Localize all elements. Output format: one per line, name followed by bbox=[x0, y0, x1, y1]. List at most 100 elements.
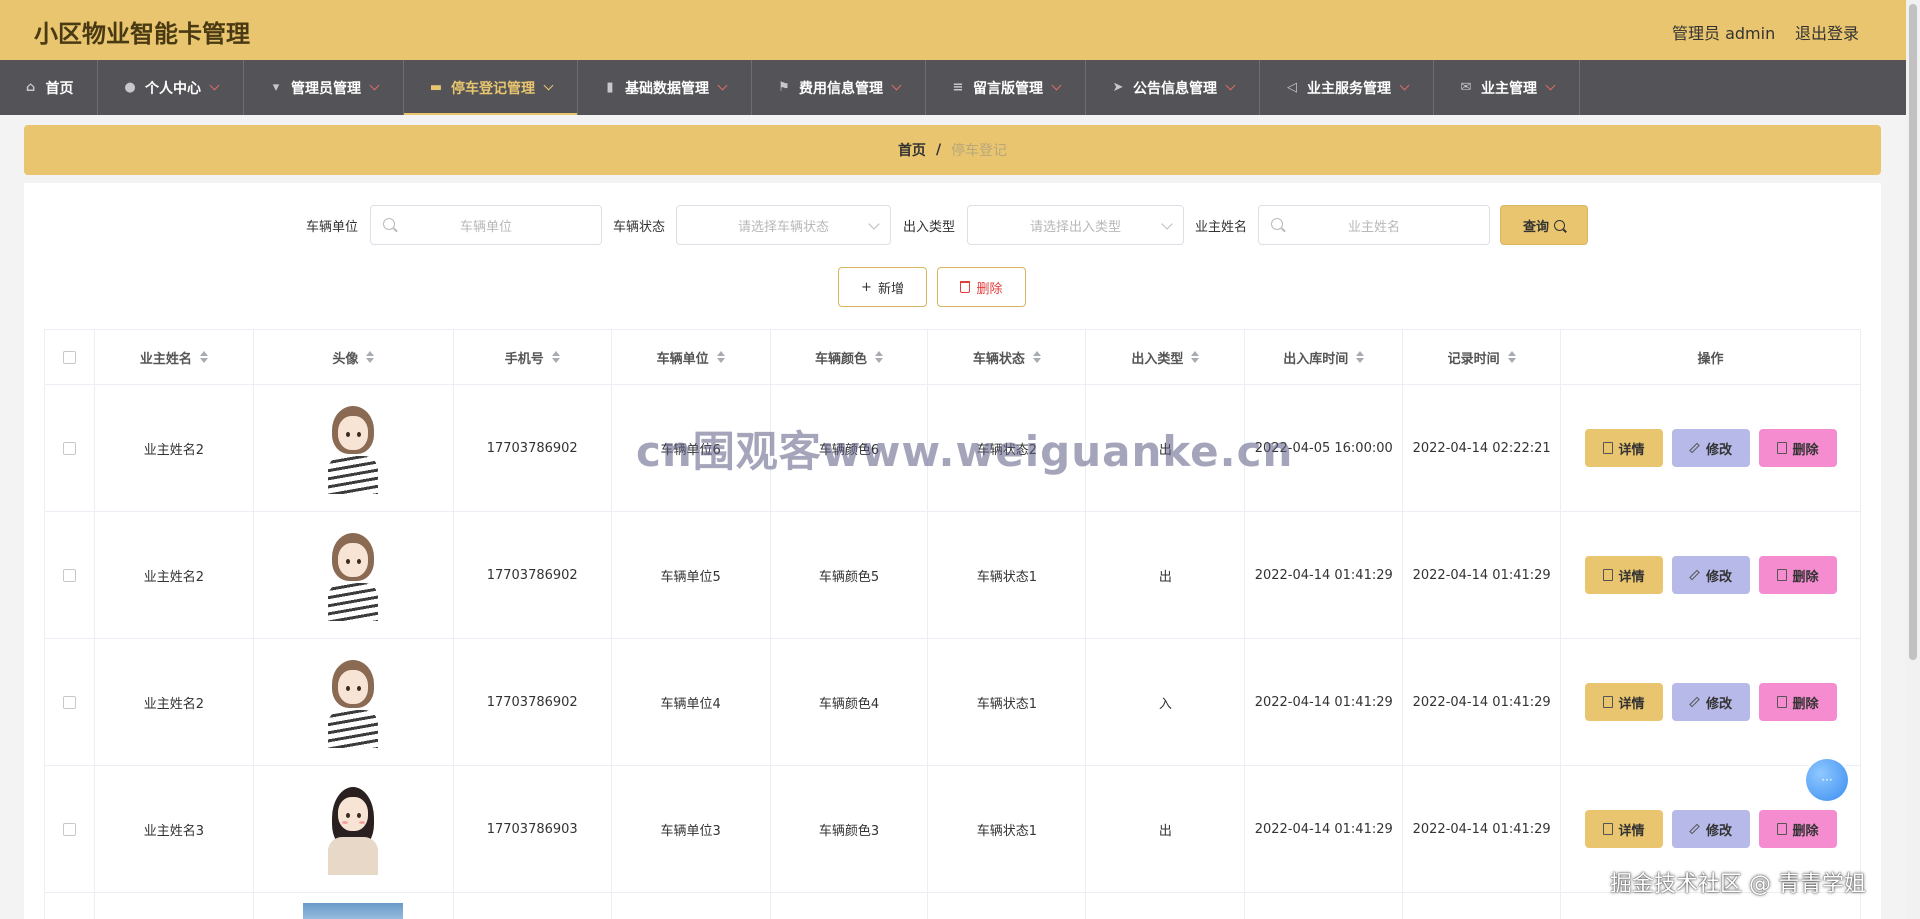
top-header: 小区物业智能卡管理 管理员 admin 退出登录 bbox=[0, 0, 1906, 60]
delete-label: 删除 bbox=[1792, 823, 1819, 839]
nav-label: 业主管理 bbox=[1481, 80, 1537, 97]
operations-cell: 详情 修改 删除 bbox=[1561, 639, 1861, 766]
col-avatar[interactable]: 头像 bbox=[253, 330, 454, 385]
nav-item-admin[interactable]: ▾ 管理员管理 bbox=[244, 60, 404, 115]
delete-button[interactable]: 删除 bbox=[1758, 556, 1837, 594]
delete-button[interactable]: 删除 bbox=[1758, 429, 1837, 467]
status-select[interactable]: 请选择车辆状态 bbox=[676, 205, 891, 245]
type-cell: 出 bbox=[1086, 385, 1246, 512]
row-select-cell bbox=[45, 639, 95, 766]
col-color[interactable]: 车辆颜色 bbox=[770, 330, 929, 385]
owner-cell bbox=[95, 893, 254, 919]
trash-icon bbox=[1776, 823, 1787, 835]
record-time-cell: 2022-04-14 02:22:21 bbox=[1403, 385, 1562, 512]
owner-cell: 业主姓名2 bbox=[94, 512, 254, 639]
detail-button[interactable]: 详情 bbox=[1584, 810, 1663, 848]
nav-label: 业主服务管理 bbox=[1307, 80, 1391, 97]
col-operations: 操作 bbox=[1561, 330, 1861, 385]
owner-input[interactable]: 业主姓名 bbox=[1258, 205, 1490, 245]
batch-delete-button[interactable]: 删除 bbox=[937, 267, 1026, 307]
avatar bbox=[320, 529, 386, 621]
sort-icon bbox=[1356, 351, 1365, 363]
nav-item-parking[interactable]: ▬ 停车登记管理 bbox=[404, 60, 578, 115]
status-label: 车辆状态 bbox=[613, 220, 666, 235]
col-in-out-time[interactable]: 出入库时间 bbox=[1245, 330, 1404, 385]
col-type[interactable]: 出入类型 bbox=[1086, 330, 1246, 385]
operations-cell: 详情 修改 删除 bbox=[1561, 385, 1861, 512]
edit-button[interactable]: 修改 bbox=[1671, 429, 1750, 467]
edit-button[interactable]: 修改 bbox=[1671, 683, 1750, 721]
col-record-time[interactable]: 记录时间 bbox=[1403, 330, 1562, 385]
search-icon bbox=[1554, 219, 1565, 231]
phone-cell bbox=[454, 893, 612, 919]
nav-item-messages[interactable]: ≡ 留言版管理 bbox=[926, 60, 1086, 115]
record-time-cell: 2022-04-14 01:41:29 bbox=[1403, 639, 1562, 766]
delete-button[interactable]: 删除 bbox=[1758, 810, 1837, 848]
chevron-down-icon bbox=[209, 80, 220, 91]
detail-label: 详情 bbox=[1618, 442, 1645, 458]
operations-cell: 详情 修改 删除 bbox=[1561, 512, 1861, 639]
document-icon bbox=[1602, 696, 1613, 708]
col-status[interactable]: 车辆状态 bbox=[928, 330, 1087, 385]
delete-button[interactable]: 删除 bbox=[1758, 683, 1837, 721]
table-row: 业主姓名2 17703786902 车辆单位4 车辆颜色4 车辆状态1 入 20… bbox=[45, 639, 1861, 766]
avatar-cell bbox=[253, 512, 454, 639]
row-checkbox[interactable] bbox=[62, 441, 76, 455]
nav-item-notices[interactable]: ➤ 公告信息管理 bbox=[1086, 60, 1260, 115]
unit-cell: 车辆单位6 bbox=[611, 385, 771, 512]
col-owner[interactable]: 业主姓名 bbox=[94, 330, 254, 385]
col-unit[interactable]: 车辆单位 bbox=[611, 330, 771, 385]
delete-label: 删除 bbox=[1792, 696, 1819, 712]
col-label: 业主姓名 bbox=[139, 351, 192, 367]
select-all-checkbox[interactable] bbox=[62, 350, 76, 364]
nav-item-home[interactable]: ⌂ 首页 bbox=[0, 60, 98, 115]
nav-item-owners[interactable]: ✉ 业主管理 bbox=[1434, 60, 1580, 115]
table-header: 业主姓名 头像 手机号 车辆单位 车辆颜色 车辆状态 出入类型 出入库时间 记录… bbox=[45, 330, 1861, 385]
bar-chart-icon: ▮ bbox=[606, 79, 614, 95]
phone-cell: 17703786902 bbox=[453, 512, 612, 639]
row-checkbox[interactable] bbox=[62, 695, 76, 709]
owner-cell: 业主姓名2 bbox=[94, 639, 254, 766]
nav-item-personal[interactable]: ● 个人中心 bbox=[98, 60, 244, 115]
col-phone[interactable]: 手机号 bbox=[453, 330, 612, 385]
user-icon: ● bbox=[124, 79, 136, 95]
row-checkbox[interactable] bbox=[62, 822, 76, 836]
avatar bbox=[320, 656, 386, 748]
avatar bbox=[320, 783, 386, 875]
detail-button[interactable]: 详情 bbox=[1584, 683, 1663, 721]
type-label: 出入类型 bbox=[903, 220, 956, 235]
chevron-down-icon bbox=[1161, 218, 1173, 230]
nav-item-services[interactable]: ◁ 业主服务管理 bbox=[1260, 60, 1434, 115]
type-placeholder: 请选择出入类型 bbox=[1029, 219, 1121, 235]
send-icon: ➤ bbox=[1112, 79, 1124, 95]
edit-label: 修改 bbox=[1706, 696, 1733, 712]
breadcrumb-current: 停车登记 bbox=[951, 143, 1008, 159]
unit-input[interactable]: 车辆单位 bbox=[370, 205, 602, 245]
scrollbar-thumb[interactable] bbox=[1909, 4, 1917, 660]
nav-item-fees[interactable]: ⚑ 费用信息管理 bbox=[752, 60, 926, 115]
query-button[interactable]: 查询 bbox=[1500, 205, 1588, 245]
query-label: 查询 bbox=[1522, 219, 1549, 235]
color-cell: 车辆颜色4 bbox=[770, 639, 929, 766]
avatar-cell bbox=[253, 385, 454, 512]
floating-action-button[interactable]: ··· bbox=[1806, 759, 1848, 801]
nav-item-basic-data[interactable]: ▮ 基础数据管理 bbox=[578, 60, 752, 115]
type-cell: 出 bbox=[1086, 512, 1246, 639]
logout-link[interactable]: 退出登录 bbox=[1795, 20, 1859, 44]
edit-label: 修改 bbox=[1706, 569, 1733, 585]
detail-button[interactable]: 详情 bbox=[1584, 556, 1663, 594]
unit-cell bbox=[612, 893, 771, 919]
phone-cell: 17703786902 bbox=[453, 639, 612, 766]
add-button[interactable]: + 新增 bbox=[838, 267, 927, 307]
edit-button[interactable]: 修改 bbox=[1671, 556, 1750, 594]
phone-cell: 17703786903 bbox=[453, 766, 612, 893]
row-checkbox[interactable] bbox=[62, 568, 76, 582]
edit-button[interactable]: 修改 bbox=[1671, 810, 1750, 848]
color-cell: 车辆颜色6 bbox=[770, 385, 929, 512]
sort-icon bbox=[199, 351, 208, 363]
detail-button[interactable]: 详情 bbox=[1584, 429, 1663, 467]
unit-cell: 车辆单位4 bbox=[611, 639, 771, 766]
type-select[interactable]: 请选择出入类型 bbox=[967, 205, 1184, 245]
breadcrumb-home[interactable]: 首页 bbox=[898, 140, 926, 160]
chevron-down-icon bbox=[891, 80, 902, 91]
